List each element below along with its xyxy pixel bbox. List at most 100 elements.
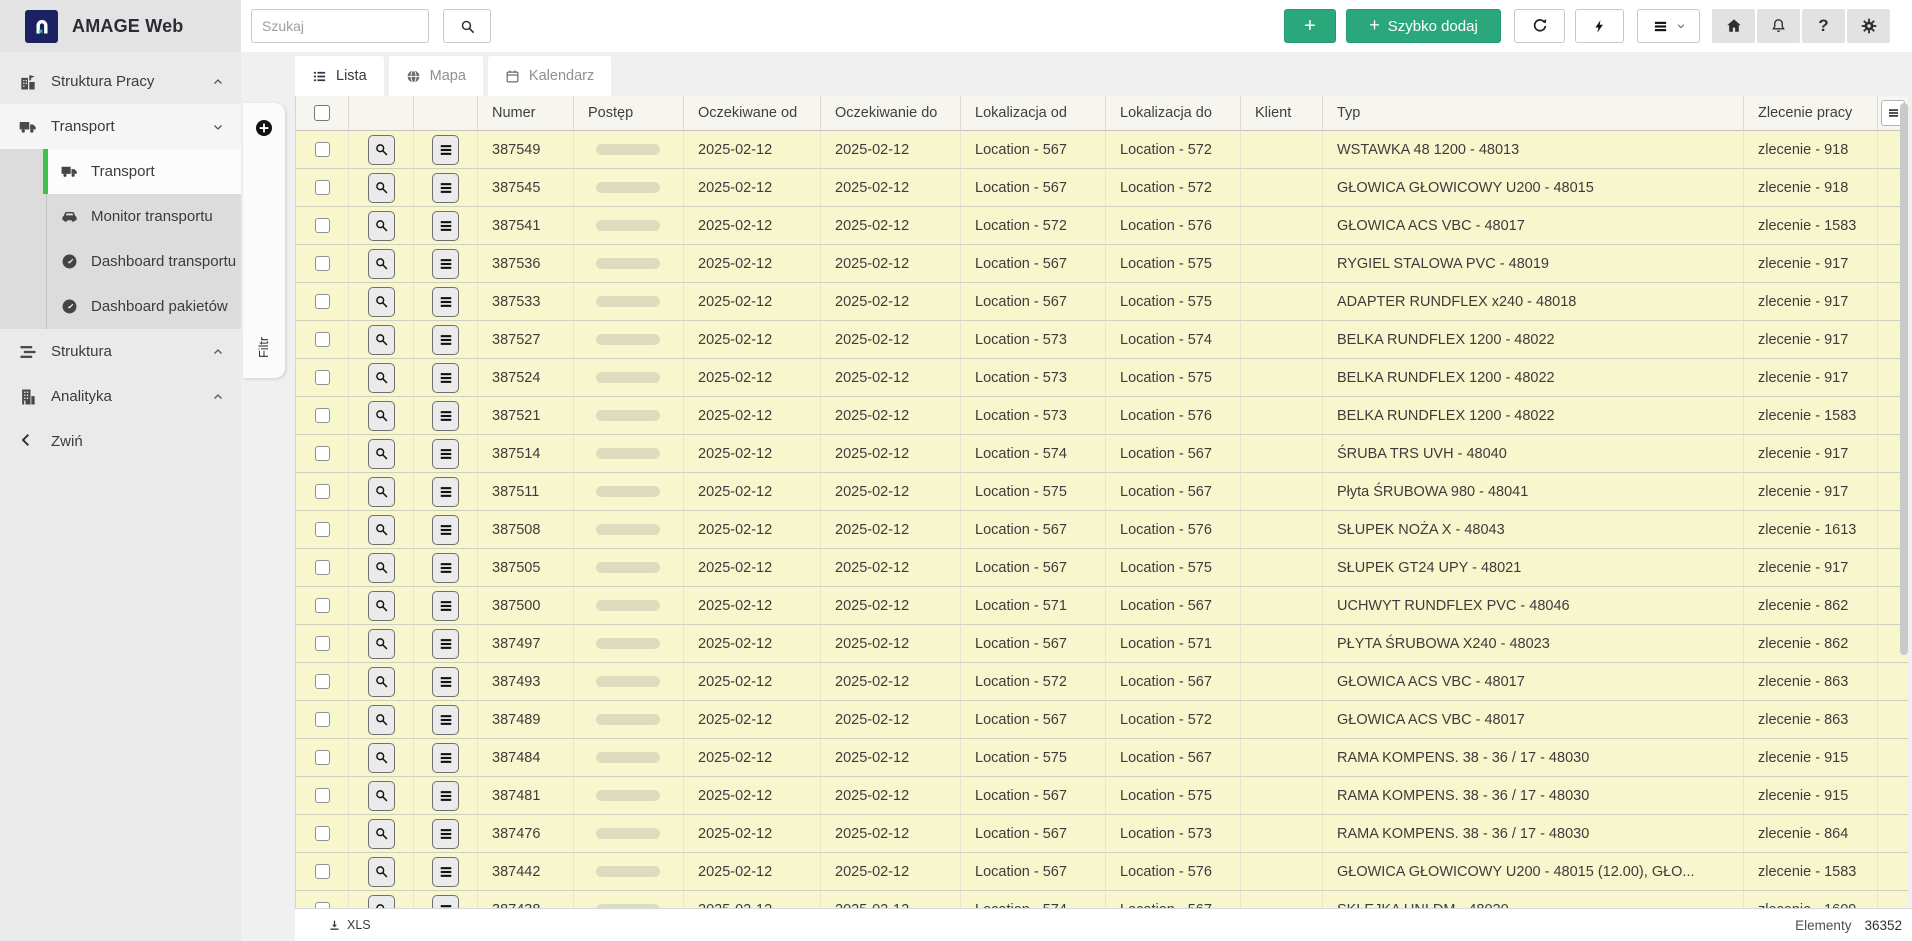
row-preview-button[interactable]	[368, 781, 395, 811]
row-checkbox[interactable]	[315, 256, 330, 271]
row-checkbox[interactable]	[315, 636, 330, 651]
sidebar-item-dashboard-pakietow[interactable]: Dashboard pakietów	[0, 284, 241, 329]
table-row[interactable]: 387476 2025-02-12 2025-02-12 Location - …	[296, 815, 1908, 853]
row-preview-button[interactable]	[368, 743, 395, 773]
search-button[interactable]	[443, 9, 491, 43]
row-preview-button[interactable]	[368, 553, 395, 583]
row-checkbox[interactable]	[315, 864, 330, 879]
row-menu-button[interactable]	[432, 629, 459, 659]
filter-panel-tab[interactable]: Filtr	[243, 103, 285, 378]
row-preview-button[interactable]	[368, 135, 395, 165]
row-menu-button[interactable]	[432, 477, 459, 507]
row-menu-button[interactable]	[432, 667, 459, 697]
row-menu-button[interactable]	[432, 819, 459, 849]
row-menu-button[interactable]	[432, 135, 459, 165]
row-preview-button[interactable]	[368, 173, 395, 203]
row-checkbox[interactable]	[315, 332, 330, 347]
table-row[interactable]: 387508 2025-02-12 2025-02-12 Location - …	[296, 511, 1908, 549]
table-row[interactable]: 387438 2025-02-12 2025-02-12 Location - …	[296, 891, 1908, 908]
row-menu-button[interactable]	[432, 781, 459, 811]
row-menu-button[interactable]	[432, 363, 459, 393]
row-checkbox[interactable]	[315, 142, 330, 157]
menu-button[interactable]	[1637, 9, 1700, 43]
table-row[interactable]: 387493 2025-02-12 2025-02-12 Location - …	[296, 663, 1908, 701]
table-row[interactable]: 387524 2025-02-12 2025-02-12 Location - …	[296, 359, 1908, 397]
row-menu-button[interactable]	[432, 705, 459, 735]
row-checkbox[interactable]	[315, 750, 330, 765]
row-checkbox[interactable]	[315, 674, 330, 689]
row-preview-button[interactable]	[368, 249, 395, 279]
row-preview-button[interactable]	[368, 591, 395, 621]
sidebar-item-analityka[interactable]: Analityka	[0, 374, 241, 419]
home-button[interactable]	[1712, 9, 1755, 43]
sidebar-collapse-button[interactable]: Zwiń	[0, 419, 241, 464]
row-preview-button[interactable]	[368, 667, 395, 697]
row-checkbox[interactable]	[315, 446, 330, 461]
table-row[interactable]: 387442 2025-02-12 2025-02-12 Location - …	[296, 853, 1908, 891]
row-menu-button[interactable]	[432, 591, 459, 621]
export-xls-button[interactable]: XLS	[328, 918, 371, 932]
add-button[interactable]: +	[1284, 9, 1336, 43]
sidebar-item-dashboard-transportu[interactable]: Dashboard transportu	[0, 239, 241, 284]
add-filter-icon[interactable]	[254, 118, 274, 138]
row-checkbox[interactable]	[315, 218, 330, 233]
notifications-button[interactable]	[1757, 9, 1800, 43]
row-checkbox[interactable]	[315, 294, 330, 309]
row-preview-button[interactable]	[368, 287, 395, 317]
table-row[interactable]: 387484 2025-02-12 2025-02-12 Location - …	[296, 739, 1908, 777]
quick-add-button[interactable]: +Szybko dodaj	[1346, 9, 1501, 43]
row-preview-button[interactable]	[368, 477, 395, 507]
table-row[interactable]: 387545 2025-02-12 2025-02-12 Location - …	[296, 169, 1908, 207]
table-row[interactable]: 387536 2025-02-12 2025-02-12 Location - …	[296, 245, 1908, 283]
row-menu-button[interactable]	[432, 857, 459, 887]
table-row[interactable]: 387505 2025-02-12 2025-02-12 Location - …	[296, 549, 1908, 587]
vertical-scrollbar[interactable]	[1899, 98, 1909, 904]
table-row[interactable]: 387514 2025-02-12 2025-02-12 Location - …	[296, 435, 1908, 473]
tab-lista[interactable]: Lista	[295, 56, 384, 96]
row-preview-button[interactable]	[368, 629, 395, 659]
table-row[interactable]: 387497 2025-02-12 2025-02-12 Location - …	[296, 625, 1908, 663]
sidebar-item-transport-group[interactable]: Transport	[0, 104, 241, 149]
table-row[interactable]: 387489 2025-02-12 2025-02-12 Location - …	[296, 701, 1908, 739]
row-checkbox[interactable]	[315, 484, 330, 499]
table-row[interactable]: 387549 2025-02-12 2025-02-12 Location - …	[296, 131, 1908, 169]
row-preview-button[interactable]	[368, 705, 395, 735]
row-menu-button[interactable]	[432, 325, 459, 355]
row-checkbox[interactable]	[315, 712, 330, 727]
row-menu-button[interactable]	[432, 249, 459, 279]
row-menu-button[interactable]	[432, 287, 459, 317]
sidebar-item-struktura[interactable]: Struktura	[0, 329, 241, 374]
sidebar-item-monitor-transportu[interactable]: Monitor transportu	[0, 194, 241, 239]
row-checkbox[interactable]	[315, 560, 330, 575]
row-preview-button[interactable]	[368, 401, 395, 431]
settings-button[interactable]	[1847, 9, 1890, 43]
row-preview-button[interactable]	[368, 325, 395, 355]
row-preview-button[interactable]	[368, 857, 395, 887]
refresh-button[interactable]	[1514, 9, 1565, 43]
table-row[interactable]: 387527 2025-02-12 2025-02-12 Location - …	[296, 321, 1908, 359]
row-checkbox[interactable]	[315, 408, 330, 423]
row-menu-button[interactable]	[432, 895, 459, 909]
sidebar-item-transport[interactable]: Transport	[43, 149, 241, 194]
table-row[interactable]: 387541 2025-02-12 2025-02-12 Location - …	[296, 207, 1908, 245]
table-row[interactable]: 387511 2025-02-12 2025-02-12 Location - …	[296, 473, 1908, 511]
table-row[interactable]: 387481 2025-02-12 2025-02-12 Location - …	[296, 777, 1908, 815]
table-row[interactable]: 387521 2025-02-12 2025-02-12 Location - …	[296, 397, 1908, 435]
row-checkbox[interactable]	[315, 788, 330, 803]
row-preview-button[interactable]	[368, 895, 395, 909]
scrollbar-thumb[interactable]	[1900, 103, 1908, 655]
row-preview-button[interactable]	[368, 211, 395, 241]
row-checkbox[interactable]	[315, 598, 330, 613]
sidebar-item-struktura-pracy[interactable]: Struktura Pracy	[0, 59, 241, 104]
help-button[interactable]: ?	[1802, 9, 1845, 43]
row-checkbox[interactable]	[315, 522, 330, 537]
row-menu-button[interactable]	[432, 743, 459, 773]
row-checkbox[interactable]	[315, 370, 330, 385]
row-checkbox[interactable]	[315, 826, 330, 841]
row-menu-button[interactable]	[432, 515, 459, 545]
row-checkbox[interactable]	[315, 180, 330, 195]
table-row[interactable]: 387500 2025-02-12 2025-02-12 Location - …	[296, 587, 1908, 625]
row-menu-button[interactable]	[432, 401, 459, 431]
row-menu-button[interactable]	[432, 173, 459, 203]
row-preview-button[interactable]	[368, 819, 395, 849]
